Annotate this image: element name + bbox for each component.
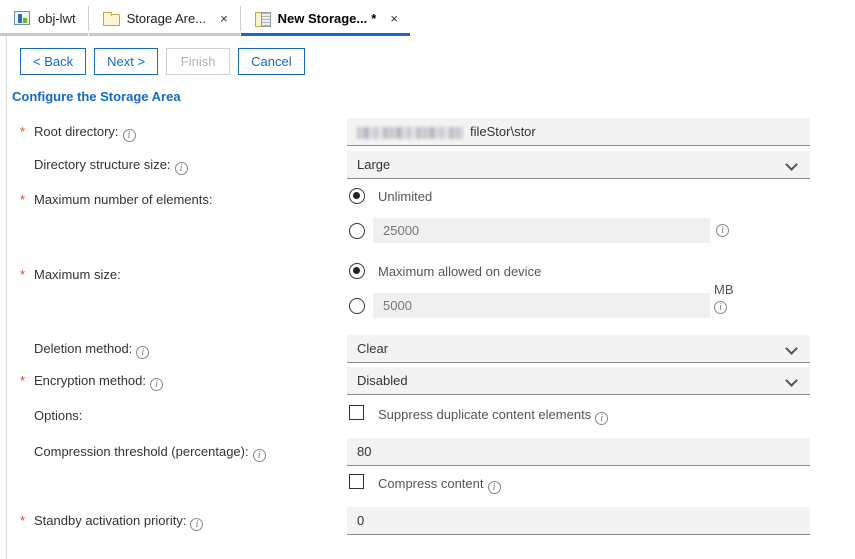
folder-icon bbox=[102, 11, 120, 26]
wizard-toolbar: < Back Next > Finish Cancel bbox=[0, 36, 855, 75]
label-compression-threshold: Compression threshold (percentage): i bbox=[34, 444, 266, 462]
unsaved-changes-marker: * bbox=[371, 10, 377, 26]
tab-new-storage[interactable]: New Storage... * × bbox=[240, 0, 410, 36]
directory-structure-size-value: Large bbox=[347, 151, 810, 179]
radio-size-custom[interactable] bbox=[349, 298, 365, 314]
page-title: Configure the Storage Area bbox=[12, 89, 181, 104]
required-marker: * bbox=[20, 373, 26, 388]
cancel-button[interactable]: Cancel bbox=[238, 48, 305, 75]
radio-size-max-device[interactable] bbox=[349, 263, 365, 279]
info-icon[interactable]: i bbox=[716, 224, 729, 237]
label-maximum-number-of-elements: Maximum number of elements: bbox=[34, 192, 213, 207]
radio-elements-unlimited[interactable] bbox=[349, 188, 365, 204]
info-icon[interactable]: i bbox=[252, 449, 266, 462]
checkbox-compress-content[interactable] bbox=[349, 474, 364, 489]
info-icon[interactable]: i bbox=[150, 378, 164, 391]
tab-obj-lwt[interactable]: obj-lwt bbox=[0, 0, 88, 36]
radio-size-max-device-label: Maximum allowed on device bbox=[378, 264, 542, 279]
label-text: Encryption method: bbox=[34, 373, 147, 388]
close-icon[interactable]: × bbox=[390, 12, 398, 25]
document-icon bbox=[254, 11, 271, 27]
chart-icon bbox=[14, 11, 30, 25]
label-text: Compress content bbox=[378, 476, 484, 491]
info-icon[interactable]: i bbox=[136, 346, 150, 359]
label-text: Compression threshold (percentage): bbox=[34, 444, 249, 459]
compression-threshold-input[interactable]: 80 bbox=[347, 438, 810, 466]
label-directory-structure-size: Directory structure size: i bbox=[34, 157, 188, 175]
deletion-method-select[interactable]: Clear bbox=[347, 335, 810, 363]
encryption-method-value: Disabled bbox=[347, 367, 810, 395]
encryption-method-select[interactable]: Disabled bbox=[347, 367, 810, 395]
tab-storage-area[interactable]: Storage Are... × bbox=[88, 0, 240, 36]
tab-label: obj-lwt bbox=[38, 10, 76, 26]
info-icon[interactable]: i bbox=[190, 518, 204, 531]
wizard-page: < Back Next > Finish Cancel Configure th… bbox=[0, 36, 855, 559]
label-text: Deletion method: bbox=[34, 341, 133, 356]
redacted-path-segment bbox=[357, 127, 463, 139]
tab-bar: obj-lwt Storage Are... × New Storage... … bbox=[0, 0, 855, 36]
info-icon[interactable]: i bbox=[595, 412, 609, 425]
checkbox-compress-content-label: Compress content i bbox=[378, 476, 501, 494]
back-button[interactable]: < Back bbox=[20, 48, 87, 75]
finish-button: Finish bbox=[166, 48, 231, 75]
label-root-directory: Root directory: i bbox=[34, 124, 136, 142]
tab-label: New Storage... bbox=[277, 10, 368, 26]
left-divider bbox=[6, 36, 7, 559]
maximum-number-of-elements-input[interactable] bbox=[373, 218, 710, 243]
maximum-size-unit: MB bbox=[714, 282, 734, 297]
info-icon[interactable]: i bbox=[487, 481, 501, 494]
label-standby-activation-priority: Standby activation priority: i bbox=[34, 513, 204, 531]
required-marker: * bbox=[20, 124, 26, 139]
label-encryption-method: Encryption method: i bbox=[34, 373, 164, 391]
info-icon[interactable]: i bbox=[714, 301, 727, 314]
label-text: Directory structure size: bbox=[34, 157, 171, 172]
maximum-size-input[interactable] bbox=[373, 293, 710, 318]
radio-elements-unlimited-label: Unlimited bbox=[378, 189, 433, 204]
info-icon[interactable]: i bbox=[174, 162, 188, 175]
label-text: Standby activation priority: bbox=[34, 513, 187, 528]
info-icon[interactable]: i bbox=[122, 129, 136, 142]
label-deletion-method: Deletion method: i bbox=[34, 341, 150, 359]
tab-label: Storage Are... bbox=[126, 10, 207, 26]
root-directory-value-suffix: fileStor\stor bbox=[470, 124, 536, 139]
required-marker: * bbox=[20, 513, 26, 528]
required-marker: * bbox=[20, 192, 26, 207]
deletion-method-value: Clear bbox=[347, 335, 810, 363]
checkbox-suppress-duplicate-content[interactable] bbox=[349, 405, 364, 420]
label-maximum-size: Maximum size: bbox=[34, 267, 121, 282]
label-text: Root directory: bbox=[34, 124, 119, 139]
label-text: Suppress duplicate content elements bbox=[378, 407, 592, 422]
close-icon[interactable]: × bbox=[220, 12, 228, 25]
required-marker: * bbox=[20, 267, 26, 282]
directory-structure-size-select[interactable]: Large bbox=[347, 151, 810, 179]
standby-activation-priority-input[interactable]: 0 bbox=[347, 507, 810, 535]
next-button[interactable]: Next > bbox=[94, 48, 159, 75]
radio-elements-custom[interactable] bbox=[349, 223, 365, 239]
checkbox-suppress-duplicate-content-label: Suppress duplicate content elements i bbox=[378, 407, 609, 425]
label-options: Options: bbox=[34, 408, 83, 423]
